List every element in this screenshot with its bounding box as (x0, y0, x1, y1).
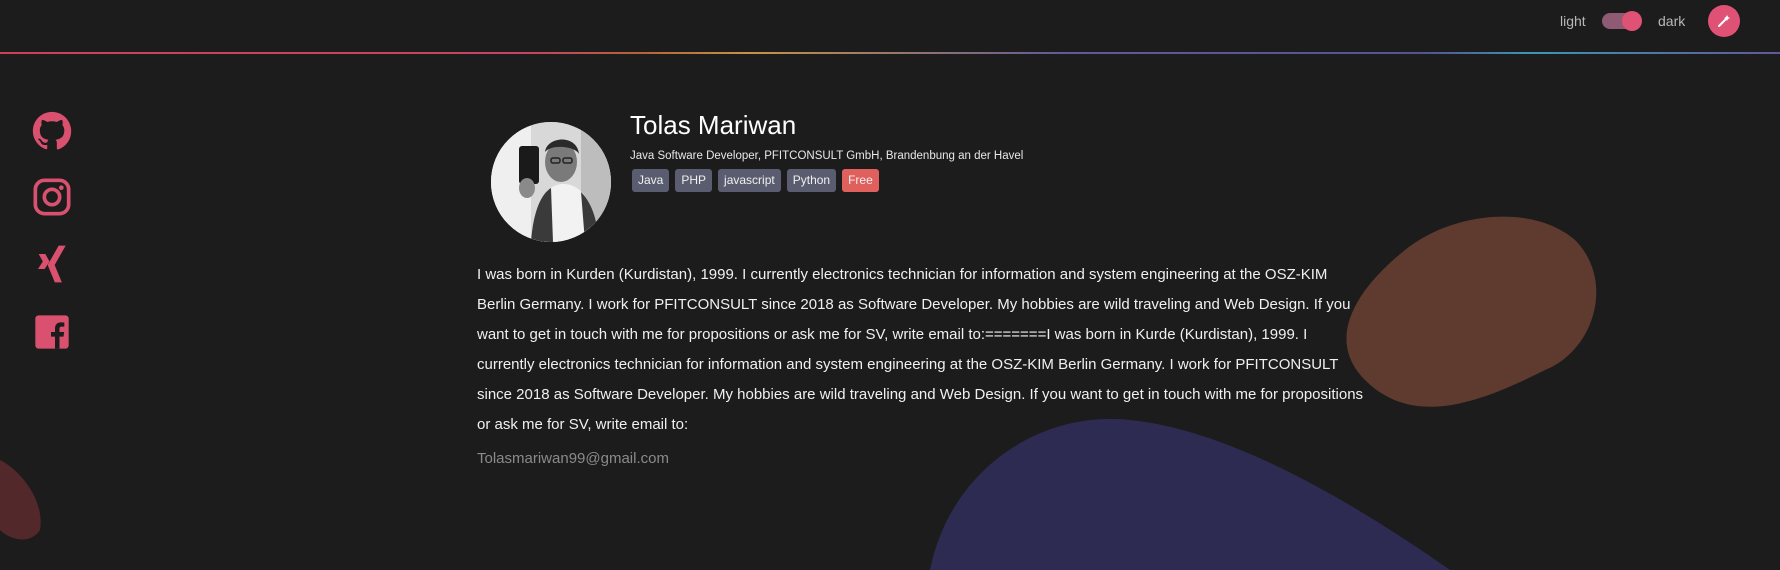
tag-javascript: javascript (718, 169, 781, 192)
avatar (491, 122, 611, 242)
xing-icon (38, 245, 66, 283)
github-link[interactable] (32, 111, 72, 151)
profile-photo (491, 122, 611, 242)
tag-php: PHP (675, 169, 713, 192)
github-icon (32, 111, 72, 150)
xing-link[interactable] (32, 244, 72, 284)
skill-tags: Java PHP javascript Python Free (632, 169, 879, 192)
profile-subtitle: Java Software Developer, PFITCONSULT Gmb… (630, 150, 1024, 162)
magic-wand-icon (1718, 15, 1730, 27)
tag-python: Python (786, 169, 837, 192)
theme-toggle-knob (1622, 11, 1642, 31)
facebook-link[interactable] (32, 312, 72, 352)
tag-free: Free (842, 169, 879, 192)
profile-bio: I was born in Kurden (Kurdistan), 1999. … (477, 266, 1364, 433)
profile-name: Tolas Mariwan (630, 110, 797, 140)
theme-toggle[interactable] (1602, 11, 1642, 31)
background-blob-red (0, 460, 41, 540)
header-divider (0, 52, 1780, 54)
tag-java: Java (632, 169, 670, 192)
theme-light-label: light (1560, 13, 1586, 29)
instagram-link[interactable] (32, 177, 72, 217)
magic-wand-button[interactable] (1708, 5, 1740, 37)
email-link[interactable]: Tolasmariwan99@gmail.com (477, 450, 669, 467)
instagram-icon (33, 178, 71, 216)
background-blob-brown (1346, 216, 1597, 407)
top-bar: light dark (0, 0, 1780, 52)
facebook-icon (35, 315, 69, 349)
theme-dark-label: dark (1658, 13, 1686, 29)
